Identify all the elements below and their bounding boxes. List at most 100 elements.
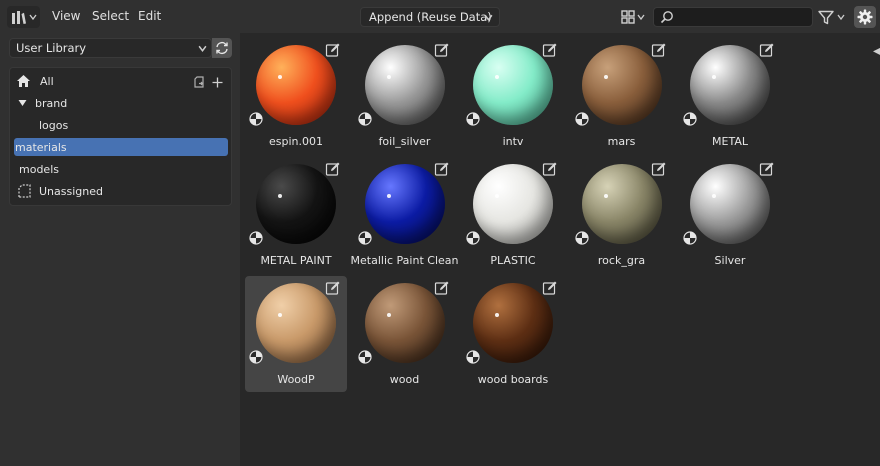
display-mode-button[interactable] (618, 7, 648, 27)
asset-grid: espin.001 foil_silver intv mars METAL METAL P… (240, 33, 880, 466)
material-preview-thumbnail (256, 283, 336, 363)
edit-asset-icon[interactable] (325, 280, 341, 296)
specular-highlight (386, 75, 391, 79)
material-preview-thumbnail (581, 164, 662, 244)
material-preview-thumbnail (256, 164, 336, 244)
edit-asset-icon[interactable] (325, 42, 341, 58)
specular-highlight (603, 194, 608, 198)
home-icon (17, 75, 30, 87)
menu-edit[interactable]: Edit (138, 9, 161, 23)
asset-tile[interactable]: wood boards (462, 276, 564, 392)
search-input[interactable] (653, 7, 813, 27)
asset-tile[interactable]: foil_silver (354, 38, 456, 154)
editor-type-icon (11, 11, 26, 24)
material-preview-thumbnail (690, 164, 770, 244)
settings-button[interactable] (854, 6, 876, 28)
asset-tile[interactable]: mars (571, 38, 673, 154)
catalog-label: logos (39, 118, 69, 132)
display-mode-icon (621, 10, 635, 24)
asset-name: Silver (714, 254, 746, 267)
asset-tile[interactable]: espin.001 (245, 38, 347, 154)
asset-name: rock_gra (597, 254, 646, 267)
specular-highlight (495, 194, 499, 198)
sidebar-toggle-icon[interactable]: ◀ (873, 46, 880, 57)
asset-name: wood (389, 373, 420, 386)
specular-highlight (278, 194, 282, 198)
material-icon (574, 231, 589, 245)
catalog-item-all[interactable]: All (14, 72, 228, 90)
filter-icon (818, 10, 834, 24)
material-icon (683, 231, 697, 245)
material-icon (249, 350, 263, 364)
edit-asset-icon[interactable] (759, 161, 775, 177)
edit-asset-icon[interactable] (542, 161, 558, 177)
import-method-dropdown[interactable]: Append (Reuse Data) (360, 7, 500, 27)
edit-asset-icon[interactable] (759, 42, 775, 58)
material-icon (466, 112, 480, 126)
catalog-item-brand[interactable]: brand (14, 94, 228, 112)
expand-arrow-icon[interactable] (18, 99, 27, 107)
menu-select[interactable]: Select (92, 9, 129, 23)
filter-button[interactable] (818, 7, 850, 27)
material-icon (357, 112, 372, 126)
header-bar: View Select Edit Append (Reuse Data) (0, 0, 880, 33)
edit-asset-icon[interactable] (434, 161, 450, 177)
sidebar: User Library All brand logos materials m… (0, 33, 240, 466)
catalog-tree: All brand logos materials models Unassig… (9, 67, 232, 206)
material-icon (683, 112, 697, 126)
material-icon (466, 231, 480, 245)
catalog-label: models (19, 162, 59, 176)
chevron-down-icon (637, 14, 645, 21)
asset-tile[interactable]: PLASTIC (462, 157, 564, 273)
asset-tile[interactable]: Silver (679, 157, 781, 273)
asset-name: mars (607, 135, 636, 148)
material-icon (357, 231, 372, 245)
asset-tile[interactable]: WoodP (245, 276, 347, 392)
material-preview-thumbnail (473, 283, 553, 363)
material-preview-thumbnail (581, 45, 662, 125)
material-preview-thumbnail (473, 45, 553, 125)
asset-name: Metallic Paint Clean (350, 254, 459, 267)
edit-asset-icon[interactable] (651, 42, 667, 58)
catalog-item-logos[interactable]: logos (14, 116, 228, 134)
asset-tile[interactable]: rock_gra (571, 157, 673, 273)
asset-tile[interactable]: METAL (679, 38, 781, 154)
menu-view[interactable]: View (52, 9, 80, 23)
catalog-label: brand (35, 96, 68, 110)
asset-tile[interactable]: intv (462, 38, 564, 154)
catalog-item-models[interactable]: models (14, 160, 228, 178)
catalog-item-materials[interactable]: materials (14, 138, 228, 156)
search-icon (660, 11, 673, 24)
specular-highlight (712, 75, 716, 79)
specular-highlight (712, 194, 716, 198)
asset-name: wood boards (477, 373, 549, 386)
material-preview-thumbnail (364, 164, 445, 244)
specular-highlight (495, 313, 499, 317)
material-icon (357, 350, 372, 364)
edit-asset-icon[interactable] (434, 280, 450, 296)
specular-highlight (386, 313, 391, 317)
edit-asset-icon[interactable] (434, 42, 450, 58)
asset-tile[interactable]: METAL PAINT (245, 157, 347, 273)
library-dropdown[interactable]: User Library (9, 38, 212, 58)
import-method-label: Append (Reuse Data) (369, 10, 492, 24)
asset-name: espin.001 (268, 135, 323, 148)
edit-asset-icon[interactable] (542, 42, 558, 58)
catalog-item-unassigned[interactable]: Unassigned (14, 182, 228, 200)
material-preview-thumbnail (690, 45, 770, 125)
edit-asset-icon[interactable] (325, 161, 341, 177)
editor-type-selector[interactable] (7, 6, 40, 28)
specular-highlight (278, 313, 282, 317)
asset-tile[interactable]: Metallic Paint Clean (351, 157, 458, 273)
material-icon (249, 231, 263, 245)
specular-highlight (386, 194, 391, 198)
asset-name: foil_silver (378, 135, 431, 148)
asset-name: intv (502, 135, 524, 148)
material-icon (249, 112, 263, 126)
refresh-library-button[interactable] (212, 38, 232, 58)
material-icon (574, 112, 589, 126)
catalog-label: All (40, 74, 54, 88)
edit-asset-icon[interactable] (651, 161, 667, 177)
edit-asset-icon[interactable] (542, 280, 558, 296)
asset-tile[interactable]: wood (354, 276, 456, 392)
